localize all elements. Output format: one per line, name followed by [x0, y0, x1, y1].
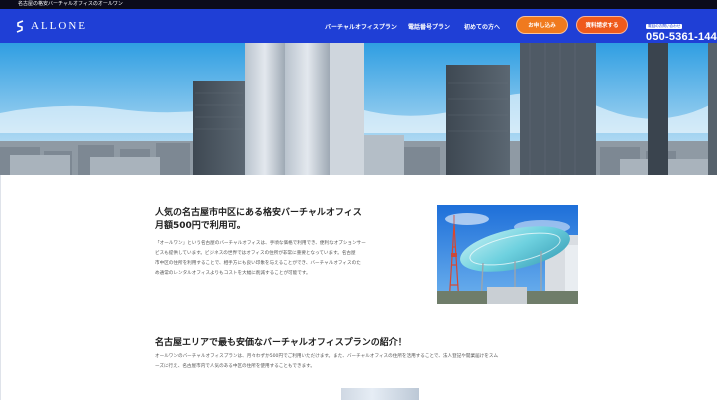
section-title: 名古屋エリアで最も安価なバーチャルオフィスプランの紹介！: [155, 338, 407, 348]
paragraph-line: ーズに行え、名古屋市内で人気のある中区の住所を使用することもできます。: [155, 364, 315, 369]
announcement-text: 名古屋の格安バーチャルオフィスのオールワン: [18, 1, 123, 7]
announcement-bar: 名古屋の格安バーチャルオフィスのオールワン: [0, 0, 717, 9]
paragraph-line: 市中区の住所を利用することで、相手方にも良い印象を与えることができ、バーチャルオ…: [155, 261, 361, 266]
section-title-line-2: 月額500円で利用可。: [155, 221, 246, 231]
nav-item-phone-plan[interactable]: 電話番号プラン: [408, 22, 450, 31]
nav-item-virtual-office-plan[interactable]: バーチャルオフィスプラン: [325, 22, 397, 31]
site-header: ALLONE バーチャルオフィスプラン 電話番号プラン 初めての方へ お申し込み…: [0, 9, 717, 48]
logo-mark-icon: [16, 19, 24, 33]
paragraph-line: 「オールワン」という名古屋のバーチャルオフィスは、手頃な価格で利用でき、便利なオ…: [155, 241, 366, 246]
section-title-line-1: 人気の名古屋市中区にある格安バーチャルオフィス: [155, 208, 362, 218]
paragraph-line: オールワンのバーチャルオフィスプランは、月々わずか500円でご利用いただけます。…: [155, 354, 499, 359]
apply-button[interactable]: お申し込み: [516, 16, 568, 34]
request-documents-button[interactable]: 資料請求する: [576, 16, 628, 34]
section-image: [341, 388, 419, 400]
phone-badge: 電話のお問い合わせ: [646, 24, 683, 29]
logo[interactable]: ALLONE: [16, 19, 87, 33]
hero-cityscape-image: [0, 43, 717, 175]
logo-text: ALLONE: [31, 20, 87, 32]
paragraph-line: め通常のレンタルオフィスよりもコストを大幅に削減することが可能です。: [155, 271, 311, 276]
paragraph-line: ビスも提供しています。ビジネスの世界ではオフィスの住所が非常に重要となっています…: [155, 251, 356, 256]
page-edge-line: [0, 175, 1, 400]
nagoya-tv-tower-photo: [437, 205, 578, 304]
nav-item-first-time[interactable]: 初めての方へ: [464, 22, 500, 31]
